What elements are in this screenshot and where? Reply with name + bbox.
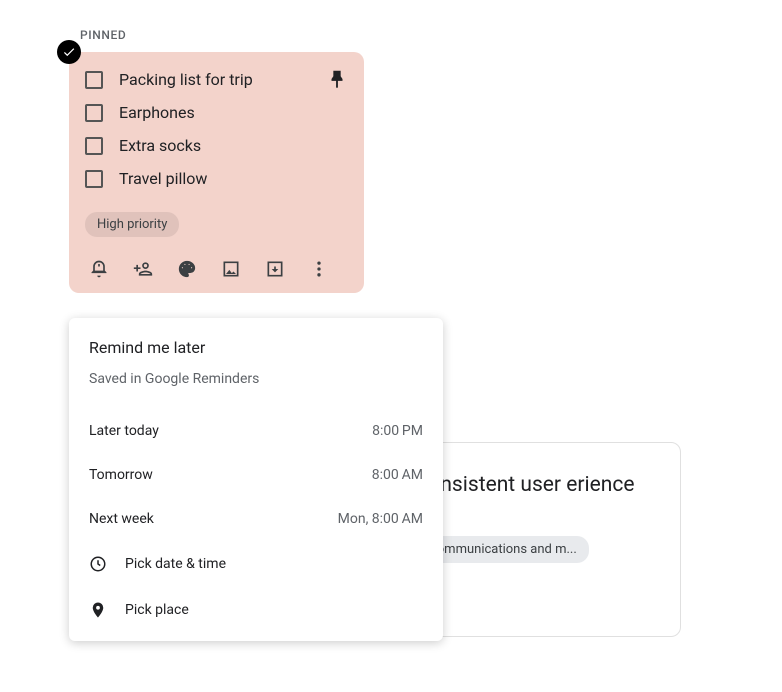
image-icon[interactable]	[221, 259, 241, 279]
checklist: Packing list for trip Earphones Extra so…	[85, 70, 348, 188]
clock-icon	[89, 555, 107, 573]
checklist-text: Earphones	[119, 103, 195, 122]
reminder-option-tomorrow[interactable]: Tomorrow 8:00 AM	[69, 453, 443, 497]
reminder-option-later-today[interactable]: Later today 8:00 PM	[69, 409, 443, 453]
archive-icon[interactable]	[265, 259, 285, 279]
checklist-item[interactable]: Packing list for trip	[85, 70, 348, 89]
checkbox-icon[interactable]	[85, 104, 103, 122]
pick-date-time[interactable]: Pick date & time	[69, 541, 443, 587]
pick-place[interactable]: Pick place	[69, 587, 443, 633]
section-label: PINNED	[80, 28, 126, 42]
palette-icon[interactable]	[177, 259, 197, 279]
checklist-item[interactable]: Earphones	[85, 103, 348, 122]
checklist-text: Extra socks	[119, 136, 201, 155]
more-icon[interactable]	[309, 259, 329, 279]
checklist-text: Packing list for trip	[119, 70, 253, 89]
popup-subtitle: Saved in Google Reminders	[69, 371, 443, 387]
place-icon	[89, 601, 107, 619]
action-label: Pick date & time	[125, 556, 226, 572]
reminder-popup: Remind me later Saved in Google Reminder…	[69, 318, 443, 641]
option-time: Mon, 8:00 AM	[338, 511, 423, 527]
option-time: 8:00 AM	[372, 467, 423, 483]
option-time: 8:00 PM	[372, 423, 423, 439]
note-toolbar	[85, 259, 348, 279]
checkbox-icon[interactable]	[85, 71, 103, 89]
reminder-option-next-week[interactable]: Next week Mon, 8:00 AM	[69, 497, 443, 541]
checklist-item[interactable]: Extra socks	[85, 136, 348, 155]
tag-chip[interactable]: High priority	[85, 212, 179, 237]
option-label: Next week	[89, 511, 154, 527]
option-label: Later today	[89, 423, 159, 439]
checkbox-icon[interactable]	[85, 137, 103, 155]
checkbox-icon[interactable]	[85, 170, 103, 188]
reminder-icon[interactable]	[89, 259, 109, 279]
checklist-item[interactable]: Travel pillow	[85, 169, 348, 188]
collaborator-icon[interactable]	[133, 259, 153, 279]
pin-icon[interactable]	[326, 68, 348, 94]
action-label: Pick place	[125, 602, 189, 618]
popup-title: Remind me later	[69, 338, 443, 357]
checklist-text: Travel pillow	[119, 169, 207, 188]
note-card[interactable]: Packing list for trip Earphones Extra so…	[69, 52, 364, 293]
option-label: Tomorrow	[89, 467, 153, 483]
check-badge-icon	[57, 40, 81, 64]
